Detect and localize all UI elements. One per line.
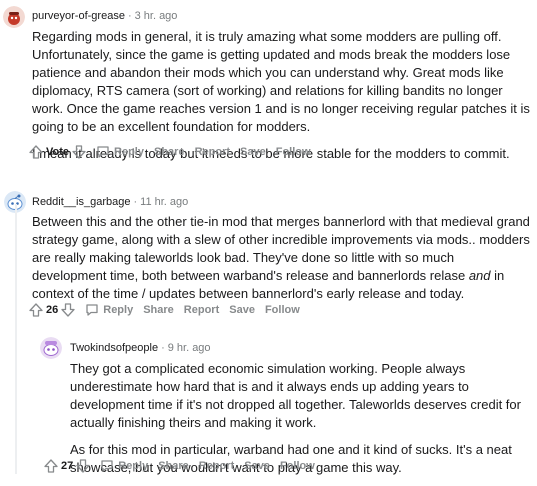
comment-bubble-icon	[86, 304, 98, 316]
follow-button[interactable]: Follow	[265, 304, 300, 316]
comment-actions: 27 Reply Share Report Save Follow	[44, 459, 315, 473]
reply-label: Reply	[118, 460, 149, 472]
vote-count: 26	[46, 304, 59, 316]
upvote-icon[interactable]	[29, 303, 43, 317]
upvote-icon[interactable]	[44, 459, 58, 473]
save-button[interactable]: Save	[244, 460, 270, 472]
upvote-icon[interactable]	[29, 145, 43, 159]
comment-paragraph: They got a complicated economic simulati…	[70, 361, 521, 430]
comment-2: Reddit__is_garbage · 11 hr. ago Between th…	[0, 180, 537, 320]
reply-label: Reply	[114, 146, 144, 158]
share-button[interactable]: Share	[154, 146, 185, 158]
report-button[interactable]: Report	[195, 146, 230, 158]
follow-button[interactable]: Follow	[280, 460, 315, 472]
comment-paragraph: Between this and the other tie-in mod th…	[32, 214, 530, 301]
share-button[interactable]: Share	[143, 304, 174, 316]
report-button[interactable]: Report	[184, 304, 219, 316]
timestamp[interactable]: 3 hr. ago	[135, 10, 178, 22]
reply-button[interactable]: Reply	[100, 459, 148, 473]
comment-paragraph: Regarding mods in general, it is truly a…	[32, 29, 530, 134]
timestamp[interactable]: 9 hr. ago	[168, 342, 211, 354]
comment-meta: Twokindsofpeople · 9 hr. ago	[70, 342, 211, 354]
separator-dot: ·	[127, 10, 132, 22]
reply-button[interactable]: Reply	[85, 303, 133, 317]
author-link[interactable]: Twokindsofpeople	[70, 342, 158, 354]
downvote-icon[interactable]	[76, 459, 90, 473]
comment-1: purveyor-of-grease · 3 hr. ago Regarding m…	[0, 0, 537, 168]
avatar-purveyor-of-grease[interactable]	[3, 6, 25, 28]
avatar-twokindsofpeople[interactable]	[40, 337, 62, 359]
downvote-icon[interactable]	[72, 145, 86, 159]
vote-count: 27	[61, 460, 74, 472]
save-button[interactable]: Save	[229, 304, 255, 316]
separator-dot: ·	[133, 196, 138, 208]
save-button[interactable]: Save	[240, 146, 266, 158]
report-button[interactable]: Report	[199, 460, 234, 472]
reply-button[interactable]: Reply	[96, 145, 144, 159]
separator-dot: ·	[161, 342, 165, 354]
comment-bubble-icon	[97, 146, 109, 158]
comment-actions: Vote Reply Share Report Save Follow	[29, 145, 311, 159]
comment-meta: Reddit__is_garbage · 11 hr. ago	[32, 196, 188, 208]
timestamp[interactable]: 11 hr. ago	[140, 196, 188, 208]
downvote-icon[interactable]	[61, 303, 75, 317]
comment-actions: 26 Reply Share Report Save Follow	[29, 303, 300, 317]
share-button[interactable]: Share	[158, 460, 189, 472]
author-link[interactable]: purveyor-of-grease	[32, 10, 125, 22]
author-link[interactable]: Reddit__is_garbage	[32, 196, 130, 208]
follow-button[interactable]: Follow	[276, 146, 311, 158]
comment-meta: purveyor-of-grease · 3 hr. ago	[32, 10, 177, 22]
reply-label: Reply	[103, 304, 134, 316]
vote-label: Vote	[46, 146, 70, 158]
comment-bubble-icon	[101, 460, 113, 472]
comment-body: Between this and the other tie-in mod th…	[32, 213, 532, 312]
